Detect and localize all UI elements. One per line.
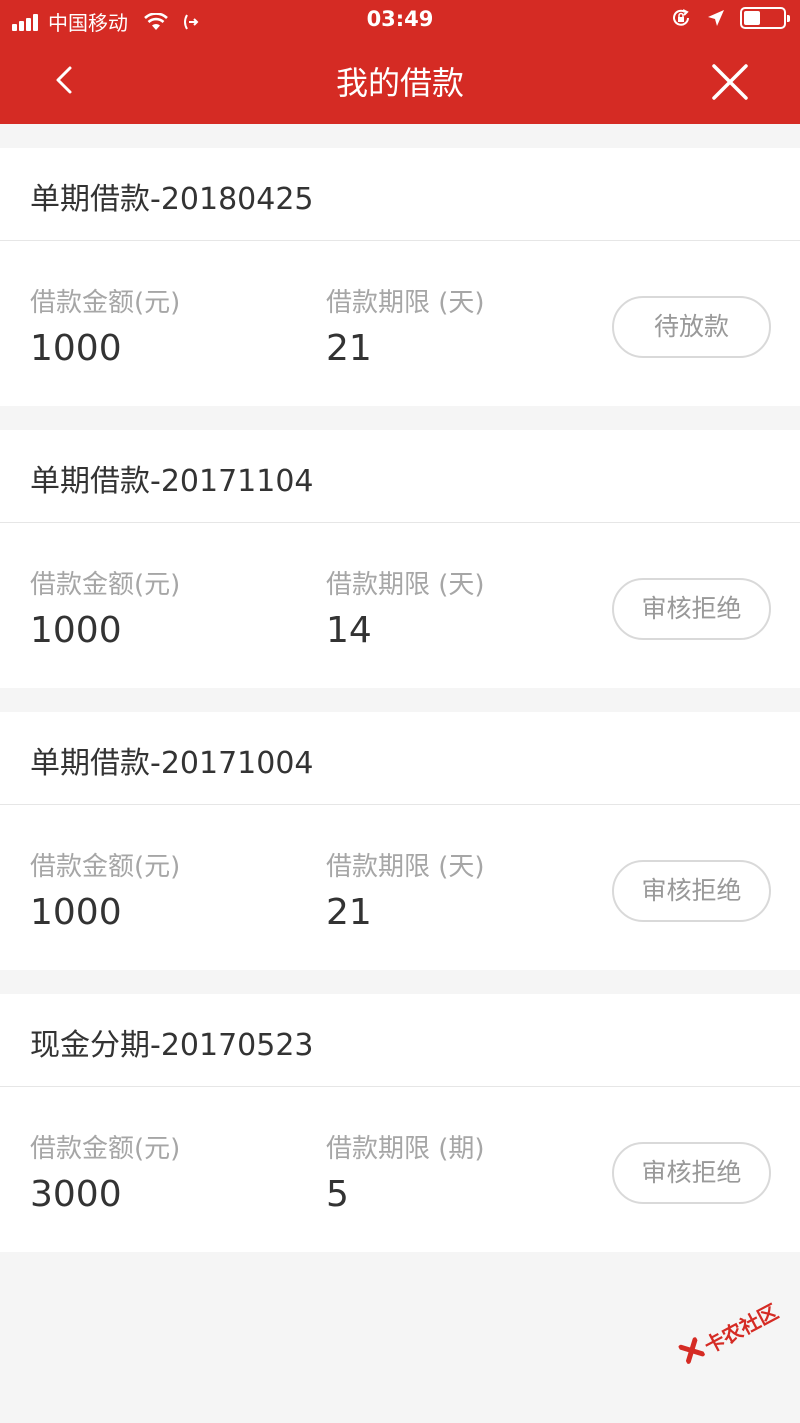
divider	[0, 522, 800, 523]
divider	[0, 804, 800, 805]
term-label: 借款期限 (天)	[326, 570, 485, 600]
status-button[interactable]: 审核拒绝	[612, 578, 771, 640]
loan-card[interactable]: 单期借款-20180425 借款金额(元) 1000 借款期限 (天) 21 待…	[0, 148, 800, 406]
rotation-lock-icon	[673, 9, 689, 26]
loan-title: 单期借款-20180425	[30, 182, 314, 217]
amount-label: 借款金额(元)	[30, 852, 181, 882]
loan-card[interactable]: 现金分期-20170523 借款金额(元) 3000 借款期限 (期) 5 审核…	[0, 994, 800, 1252]
close-button[interactable]	[708, 60, 752, 104]
term-label: 借款期限 (天)	[326, 288, 485, 318]
status-button[interactable]: 审核拒绝	[612, 860, 771, 922]
divider	[0, 240, 800, 241]
divider	[0, 1086, 800, 1087]
loan-title: 现金分期-20170523	[30, 1028, 314, 1063]
loan-title: 单期借款-20171104	[30, 464, 314, 499]
amount-label: 借款金额(元)	[30, 570, 181, 600]
status-button[interactable]: 待放款	[612, 296, 771, 358]
loan-card[interactable]: 单期借款-20171004 借款金额(元) 1000 借款期限 (天) 21 审…	[0, 712, 800, 970]
header-bar: 中国移动 03:49 我的借款	[0, 0, 800, 124]
term-value: 21	[326, 328, 372, 369]
term-label: 借款期限 (天)	[326, 852, 485, 882]
status-button[interactable]: 审核拒绝	[612, 1142, 771, 1204]
watermark-text: 卡农社区	[700, 1299, 783, 1359]
term-value: 5	[326, 1174, 349, 1215]
page-title: 我的借款	[335, 64, 464, 102]
term-label: 借款期限 (期)	[326, 1134, 485, 1164]
battery-icon	[740, 7, 790, 29]
amount-label: 借款金额(元)	[30, 1134, 181, 1164]
location-icon	[708, 10, 724, 26]
term-value: 21	[326, 892, 372, 933]
loan-card[interactable]: 单期借款-20171104 借款金额(元) 1000 借款期限 (天) 14 审…	[0, 430, 800, 688]
watermark: 卡农社区	[673, 1289, 785, 1380]
amount-value: 1000	[30, 328, 122, 369]
amount-label: 借款金额(元)	[30, 288, 181, 318]
loan-title: 单期借款-20171004	[30, 746, 314, 781]
amount-value: 3000	[30, 1174, 122, 1215]
term-value: 14	[326, 610, 372, 651]
status-bar: 中国移动 03:49	[0, 0, 800, 40]
amount-value: 1000	[30, 892, 122, 933]
amount-value: 1000	[30, 610, 122, 651]
